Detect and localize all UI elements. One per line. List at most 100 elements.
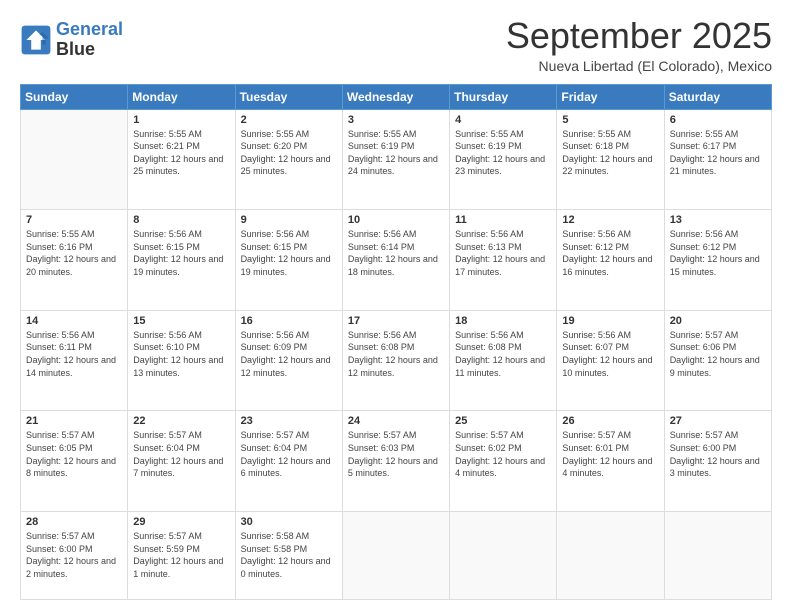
day-number: 23 xyxy=(241,415,337,427)
day-number: 15 xyxy=(133,315,229,327)
day-info: Sunrise: 5:55 AMSunset: 6:18 PMDaylight:… xyxy=(562,129,652,177)
day-number: 5 xyxy=(562,114,658,126)
table-row: 7 Sunrise: 5:55 AMSunset: 6:16 PMDayligh… xyxy=(21,210,128,311)
day-number: 18 xyxy=(455,315,551,327)
calendar-row: 28 Sunrise: 5:57 AMSunset: 6:00 PMDaylig… xyxy=(21,512,772,600)
calendar-table: Sunday Monday Tuesday Wednesday Thursday… xyxy=(20,84,772,600)
logo-text: General Blue xyxy=(56,20,123,60)
table-row: 3 Sunrise: 5:55 AMSunset: 6:19 PMDayligh… xyxy=(342,109,449,210)
table-row: 30 Sunrise: 5:58 AMSunset: 5:58 PMDaylig… xyxy=(235,512,342,600)
day-info: Sunrise: 5:56 AMSunset: 6:12 PMDaylight:… xyxy=(670,229,760,277)
header: General Blue September 2025 Nueva Libert… xyxy=(20,16,772,74)
day-number: 25 xyxy=(455,415,551,427)
day-number: 11 xyxy=(455,214,551,226)
table-row xyxy=(450,512,557,600)
day-info: Sunrise: 5:57 AMSunset: 6:05 PMDaylight:… xyxy=(26,430,116,478)
day-number: 16 xyxy=(241,315,337,327)
table-row xyxy=(557,512,664,600)
col-sunday: Sunday xyxy=(21,84,128,109)
day-info: Sunrise: 5:56 AMSunset: 6:07 PMDaylight:… xyxy=(562,330,652,378)
day-number: 13 xyxy=(670,214,766,226)
day-info: Sunrise: 5:56 AMSunset: 6:08 PMDaylight:… xyxy=(455,330,545,378)
table-row: 20 Sunrise: 5:57 AMSunset: 6:06 PMDaylig… xyxy=(664,310,771,411)
calendar-row: 7 Sunrise: 5:55 AMSunset: 6:16 PMDayligh… xyxy=(21,210,772,311)
day-info: Sunrise: 5:55 AMSunset: 6:20 PMDaylight:… xyxy=(241,129,331,177)
day-info: Sunrise: 5:57 AMSunset: 6:00 PMDaylight:… xyxy=(670,430,760,478)
col-tuesday: Tuesday xyxy=(235,84,342,109)
table-row: 24 Sunrise: 5:57 AMSunset: 6:03 PMDaylig… xyxy=(342,411,449,512)
day-info: Sunrise: 5:56 AMSunset: 6:14 PMDaylight:… xyxy=(348,229,438,277)
day-info: Sunrise: 5:55 AMSunset: 6:16 PMDaylight:… xyxy=(26,229,116,277)
table-row: 18 Sunrise: 5:56 AMSunset: 6:08 PMDaylig… xyxy=(450,310,557,411)
table-row: 29 Sunrise: 5:57 AMSunset: 5:59 PMDaylig… xyxy=(128,512,235,600)
table-row: 9 Sunrise: 5:56 AMSunset: 6:15 PMDayligh… xyxy=(235,210,342,311)
day-number: 26 xyxy=(562,415,658,427)
day-info: Sunrise: 5:55 AMSunset: 6:19 PMDaylight:… xyxy=(455,129,545,177)
day-info: Sunrise: 5:57 AMSunset: 5:59 PMDaylight:… xyxy=(133,531,223,579)
calendar-row: 14 Sunrise: 5:56 AMSunset: 6:11 PMDaylig… xyxy=(21,310,772,411)
day-info: Sunrise: 5:56 AMSunset: 6:08 PMDaylight:… xyxy=(348,330,438,378)
day-number: 20 xyxy=(670,315,766,327)
day-number: 6 xyxy=(670,114,766,126)
table-row: 2 Sunrise: 5:55 AMSunset: 6:20 PMDayligh… xyxy=(235,109,342,210)
day-info: Sunrise: 5:56 AMSunset: 6:09 PMDaylight:… xyxy=(241,330,331,378)
table-row: 23 Sunrise: 5:57 AMSunset: 6:04 PMDaylig… xyxy=(235,411,342,512)
day-info: Sunrise: 5:57 AMSunset: 6:01 PMDaylight:… xyxy=(562,430,652,478)
table-row: 6 Sunrise: 5:55 AMSunset: 6:17 PMDayligh… xyxy=(664,109,771,210)
table-row: 27 Sunrise: 5:57 AMSunset: 6:00 PMDaylig… xyxy=(664,411,771,512)
logo: General Blue xyxy=(20,20,123,60)
calendar-header-row: Sunday Monday Tuesday Wednesday Thursday… xyxy=(21,84,772,109)
day-info: Sunrise: 5:57 AMSunset: 6:03 PMDaylight:… xyxy=(348,430,438,478)
table-row: 25 Sunrise: 5:57 AMSunset: 6:02 PMDaylig… xyxy=(450,411,557,512)
day-info: Sunrise: 5:55 AMSunset: 6:21 PMDaylight:… xyxy=(133,129,223,177)
day-info: Sunrise: 5:56 AMSunset: 6:12 PMDaylight:… xyxy=(562,229,652,277)
table-row xyxy=(342,512,449,600)
table-row: 1 Sunrise: 5:55 AMSunset: 6:21 PMDayligh… xyxy=(128,109,235,210)
table-row: 11 Sunrise: 5:56 AMSunset: 6:13 PMDaylig… xyxy=(450,210,557,311)
title-block: September 2025 Nueva Libertad (El Colora… xyxy=(506,16,772,74)
table-row: 26 Sunrise: 5:57 AMSunset: 6:01 PMDaylig… xyxy=(557,411,664,512)
month-title: September 2025 xyxy=(506,16,772,56)
day-info: Sunrise: 5:55 AMSunset: 6:17 PMDaylight:… xyxy=(670,129,760,177)
location-subtitle: Nueva Libertad (El Colorado), Mexico xyxy=(506,58,772,74)
day-number: 22 xyxy=(133,415,229,427)
table-row: 13 Sunrise: 5:56 AMSunset: 6:12 PMDaylig… xyxy=(664,210,771,311)
table-row: 17 Sunrise: 5:56 AMSunset: 6:08 PMDaylig… xyxy=(342,310,449,411)
day-info: Sunrise: 5:56 AMSunset: 6:15 PMDaylight:… xyxy=(133,229,223,277)
day-info: Sunrise: 5:56 AMSunset: 6:10 PMDaylight:… xyxy=(133,330,223,378)
col-monday: Monday xyxy=(128,84,235,109)
day-info: Sunrise: 5:56 AMSunset: 6:15 PMDaylight:… xyxy=(241,229,331,277)
table-row: 12 Sunrise: 5:56 AMSunset: 6:12 PMDaylig… xyxy=(557,210,664,311)
calendar-row: 21 Sunrise: 5:57 AMSunset: 6:05 PMDaylig… xyxy=(21,411,772,512)
table-row: 10 Sunrise: 5:56 AMSunset: 6:14 PMDaylig… xyxy=(342,210,449,311)
table-row: 8 Sunrise: 5:56 AMSunset: 6:15 PMDayligh… xyxy=(128,210,235,311)
day-info: Sunrise: 5:57 AMSunset: 6:02 PMDaylight:… xyxy=(455,430,545,478)
day-number: 8 xyxy=(133,214,229,226)
table-row: 16 Sunrise: 5:56 AMSunset: 6:09 PMDaylig… xyxy=(235,310,342,411)
day-number: 24 xyxy=(348,415,444,427)
day-number: 21 xyxy=(26,415,122,427)
day-info: Sunrise: 5:57 AMSunset: 6:00 PMDaylight:… xyxy=(26,531,116,579)
day-number: 14 xyxy=(26,315,122,327)
day-number: 4 xyxy=(455,114,551,126)
table-row xyxy=(21,109,128,210)
table-row: 21 Sunrise: 5:57 AMSunset: 6:05 PMDaylig… xyxy=(21,411,128,512)
day-number: 7 xyxy=(26,214,122,226)
day-number: 10 xyxy=(348,214,444,226)
day-info: Sunrise: 5:58 AMSunset: 5:58 PMDaylight:… xyxy=(241,531,331,579)
table-row: 15 Sunrise: 5:56 AMSunset: 6:10 PMDaylig… xyxy=(128,310,235,411)
day-number: 27 xyxy=(670,415,766,427)
day-number: 9 xyxy=(241,214,337,226)
col-thursday: Thursday xyxy=(450,84,557,109)
col-wednesday: Wednesday xyxy=(342,84,449,109)
day-info: Sunrise: 5:57 AMSunset: 6:04 PMDaylight:… xyxy=(241,430,331,478)
col-friday: Friday xyxy=(557,84,664,109)
table-row: 22 Sunrise: 5:57 AMSunset: 6:04 PMDaylig… xyxy=(128,411,235,512)
day-number: 12 xyxy=(562,214,658,226)
table-row: 14 Sunrise: 5:56 AMSunset: 6:11 PMDaylig… xyxy=(21,310,128,411)
day-number: 30 xyxy=(241,516,337,528)
logo-icon xyxy=(20,24,52,56)
day-number: 19 xyxy=(562,315,658,327)
calendar-row: 1 Sunrise: 5:55 AMSunset: 6:21 PMDayligh… xyxy=(21,109,772,210)
day-number: 28 xyxy=(26,516,122,528)
